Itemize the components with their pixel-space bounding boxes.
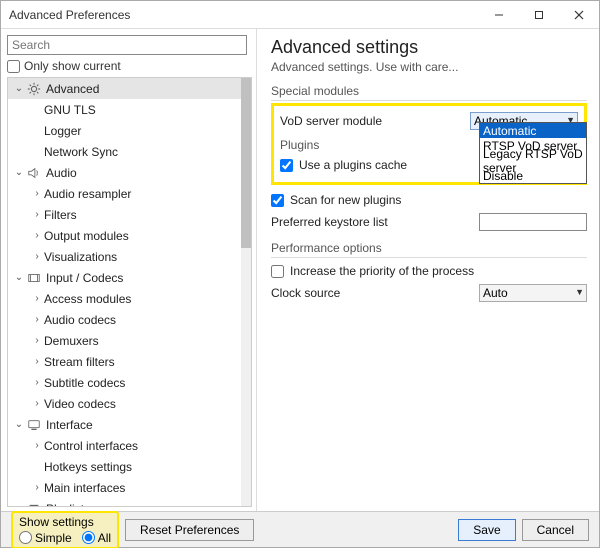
clock-label: Clock source (271, 286, 479, 300)
tree-label: Video codecs (44, 397, 116, 411)
tree-filters[interactable]: ›Filters (8, 204, 241, 225)
tree-scrollbar[interactable] (241, 78, 251, 506)
tree-logger[interactable]: ›Logger (8, 120, 241, 141)
tree-subtitle-codecs[interactable]: ›Subtitle codecs (8, 372, 241, 393)
gear-icon (26, 81, 42, 97)
tree-advanced[interactable]: ⌄Advanced (8, 78, 241, 99)
only-show-current-label: Only show current (24, 59, 121, 73)
tree-label: Input / Codecs (46, 271, 123, 285)
footer: Show settings Simple All Reset Preferenc… (1, 511, 599, 547)
row-keystore: Preferred keystore list (271, 211, 587, 233)
tree-label: Control interfaces (44, 439, 138, 453)
clock-combo[interactable]: Auto ▼ (479, 284, 587, 302)
tree-interface[interactable]: ⌄Interface (8, 414, 241, 435)
tree-label: Main interfaces (44, 481, 125, 495)
tree-network-sync[interactable]: ›Network Sync (8, 141, 241, 162)
tree-label: Network Sync (44, 145, 118, 159)
tree-hotkeys-settings[interactable]: ›Hotkeys settings (8, 456, 241, 477)
vod-option-legacy[interactable]: Legacy RTSP VoD server (480, 153, 586, 168)
only-show-current[interactable]: Only show current (7, 59, 252, 73)
window-title: Advanced Preferences (9, 8, 479, 22)
row-scan-plugins: Scan for new plugins (271, 189, 587, 211)
tree-container: ⌄Advanced ›GNU TLS ›Logger ›Network Sync… (7, 77, 252, 507)
minimize-button[interactable] (479, 1, 519, 29)
radio-all-input[interactable] (82, 531, 95, 544)
tree-label: Stream filters (44, 355, 115, 369)
maximize-button[interactable] (519, 1, 559, 29)
priority-label: Increase the priority of the process (290, 264, 587, 278)
vod-label: VoD server module (280, 114, 470, 128)
show-settings-radios: Simple All (19, 531, 111, 545)
keystore-label: Preferred keystore list (271, 215, 479, 229)
cancel-button[interactable]: Cancel (522, 519, 589, 541)
save-button[interactable]: Save (458, 519, 515, 541)
page-subtext: Advanced settings. Use with care... (271, 60, 587, 74)
radio-simple[interactable]: Simple (19, 531, 72, 545)
tree-visualizations[interactable]: ›Visualizations (8, 246, 241, 267)
tree-input-codecs[interactable]: ⌄Input / Codecs (8, 267, 241, 288)
tree-video-codecs[interactable]: ›Video codecs (8, 393, 241, 414)
tree-label: Audio resampler (44, 187, 131, 201)
tree-label: Access modules (44, 292, 131, 306)
row-clock: Clock source Auto ▼ (271, 282, 587, 304)
tree-label: Interface (46, 418, 93, 432)
tree-control-interfaces[interactable]: ›Control interfaces (8, 435, 241, 456)
tree-output-modules[interactable]: ›Output modules (8, 225, 241, 246)
plugins-cache-checkbox[interactable] (280, 159, 293, 172)
tree-label: Audio codecs (44, 313, 116, 327)
interface-icon (26, 417, 42, 433)
clock-value: Auto (483, 286, 508, 300)
radio-simple-input[interactable] (19, 531, 32, 544)
titlebar: Advanced Preferences (1, 1, 599, 29)
page-heading: Advanced settings (271, 37, 587, 58)
tree: ⌄Advanced ›GNU TLS ›Logger ›Network Sync… (8, 78, 241, 506)
playlist-icon (26, 501, 42, 507)
chevron-down-icon: ▼ (575, 287, 584, 297)
tree-label: Playlist (46, 502, 84, 507)
preferences-window: Advanced Preferences Only show current ⌄… (0, 0, 600, 548)
tree-gnu-tls[interactable]: ›GNU TLS (8, 99, 241, 120)
tree-demuxers[interactable]: ›Demuxers (8, 330, 241, 351)
tree-label: Logger (44, 124, 81, 138)
tree-audio[interactable]: ⌄Audio (8, 162, 241, 183)
tree-stream-filters[interactable]: ›Stream filters (8, 351, 241, 372)
section-special-modules: Special modules (271, 84, 587, 101)
tree-label: Output modules (44, 229, 129, 243)
section-performance: Performance options (271, 241, 587, 258)
close-button[interactable] (559, 1, 599, 29)
speaker-icon (26, 165, 42, 181)
tree-access-modules[interactable]: ›Access modules (8, 288, 241, 309)
tree-main-interfaces[interactable]: ›Main interfaces (8, 477, 241, 498)
show-settings-label: Show settings (19, 515, 111, 529)
show-settings-group: Show settings Simple All (11, 511, 119, 548)
codec-icon (26, 270, 42, 286)
tree-label: GNU TLS (44, 103, 96, 117)
tree-label: Demuxers (44, 334, 99, 348)
tree-label: Audio (46, 166, 77, 180)
scan-plugins-label: Scan for new plugins (290, 193, 587, 207)
search-input[interactable] (7, 35, 247, 55)
reset-preferences-button[interactable]: Reset Preferences (125, 519, 254, 541)
tree-audio-resampler[interactable]: ›Audio resampler (8, 183, 241, 204)
scrollbar-thumb[interactable] (241, 78, 251, 248)
window-controls (479, 1, 599, 29)
tree-label: Advanced (46, 82, 99, 96)
vod-option-automatic[interactable]: Automatic (480, 123, 586, 138)
tree-label: Subtitle codecs (44, 376, 125, 390)
content: Only show current ⌄Advanced ›GNU TLS ›Lo… (1, 29, 599, 511)
tree-label: Visualizations (44, 250, 117, 264)
priority-checkbox[interactable] (271, 265, 284, 278)
tree-audio-codecs[interactable]: ›Audio codecs (8, 309, 241, 330)
sidebar: Only show current ⌄Advanced ›GNU TLS ›Lo… (1, 29, 257, 511)
only-show-current-checkbox[interactable] (7, 60, 20, 73)
scan-plugins-checkbox[interactable] (271, 194, 284, 207)
radio-all[interactable]: All (82, 531, 111, 545)
keystore-input[interactable] (479, 213, 587, 231)
vod-dropdown[interactable]: Automatic RTSP VoD server Legacy RTSP Vo… (479, 122, 587, 184)
row-priority: Increase the priority of the process (271, 260, 587, 282)
tree-label: Hotkeys settings (44, 460, 132, 474)
settings-panel: Advanced settings Advanced settings. Use… (257, 29, 599, 511)
tree-playlist[interactable]: ⌄Playlist (8, 498, 241, 506)
tree-label: Filters (44, 208, 77, 222)
